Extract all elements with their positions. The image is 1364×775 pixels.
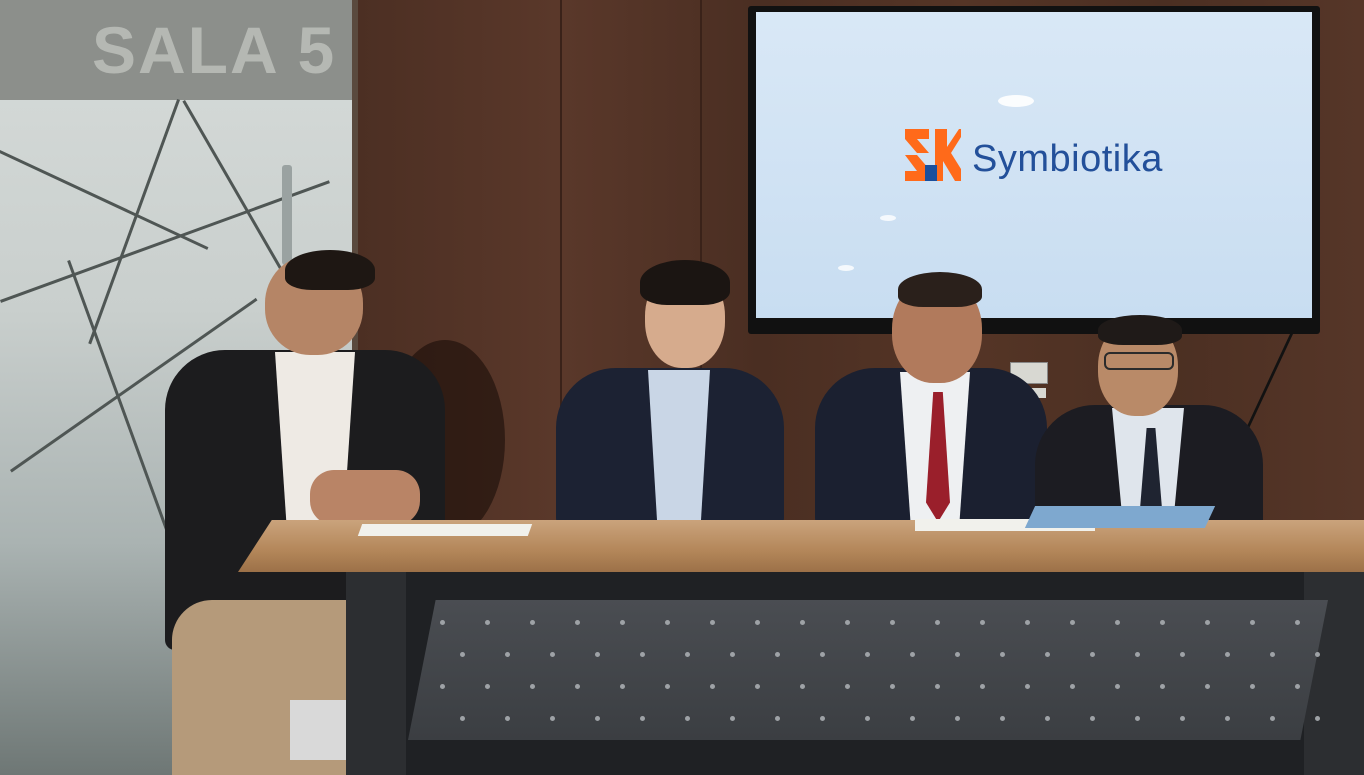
rivet [595,652,600,657]
rivet [550,716,555,721]
paper-document [357,524,533,536]
rivet [1090,716,1095,721]
rivet [755,620,760,625]
shirt [648,370,710,525]
rivet [800,620,805,625]
rivet [460,652,465,657]
rivet [550,652,555,657]
rivet [955,716,960,721]
rivet [865,716,870,721]
rivet [775,716,780,721]
rivet [955,652,960,657]
rivet [1070,620,1075,625]
hair [285,250,375,290]
rivet [710,620,715,625]
rivet [530,684,535,689]
rivet [530,620,535,625]
rivet [1025,684,1030,689]
hair [1098,315,1182,345]
rivet [575,684,580,689]
rivet [1160,620,1165,625]
rivet [1000,652,1005,657]
rivet [485,684,490,689]
press-conference-photo: SALA 5 Symbiotika [0,0,1364,775]
rivet [1315,716,1320,721]
door-handle [282,165,292,265]
rivet [800,684,805,689]
rivet [1045,716,1050,721]
rivet [910,652,915,657]
rivet [820,652,825,657]
chair [290,700,350,760]
rivet [1070,684,1075,689]
rivet [485,620,490,625]
rivet [1250,684,1255,689]
rivet [980,620,985,625]
rivet [665,684,670,689]
rivet [1295,620,1300,625]
rivet [440,620,445,625]
rivet [1270,652,1275,657]
rivet [820,716,825,721]
rivet [620,684,625,689]
rivet [865,652,870,657]
rivet [980,684,985,689]
rivet [730,716,735,721]
rivet [890,620,895,625]
rivet [505,716,510,721]
glasses [1104,352,1174,370]
rivet [1090,652,1095,657]
rivet [505,652,510,657]
rivet [1135,716,1140,721]
room-sign: SALA 5 [92,13,337,87]
rivet [1115,684,1120,689]
rivet [1135,652,1140,657]
light-reflection [998,95,1034,107]
rivet [595,716,600,721]
rivet [710,684,715,689]
rivet [910,716,915,721]
rivet [685,652,690,657]
rivet [935,620,940,625]
rivet [775,652,780,657]
rivet [1160,684,1165,689]
rivet [1205,684,1210,689]
rivet [1250,620,1255,625]
desk-leg [346,572,406,775]
rivet [665,620,670,625]
rivet [1045,652,1050,657]
rivet [890,684,895,689]
rivet [1225,716,1230,721]
rivet [685,716,690,721]
rivet [1295,684,1300,689]
hair [898,272,982,307]
hair [640,260,730,305]
rivet [845,620,850,625]
rivet [1225,652,1230,657]
rivet [440,684,445,689]
rivet [1315,652,1320,657]
clasped-hands [310,470,420,525]
rivet [845,684,850,689]
rivet [1000,716,1005,721]
rivet [460,716,465,721]
light-reflection [838,265,854,271]
sk-logo-icon [905,129,961,181]
rivet [620,620,625,625]
light-reflection [880,215,896,221]
rivet [640,716,645,721]
rivet [575,620,580,625]
rivet [1180,716,1185,721]
blue-folder [1024,506,1216,528]
rivet [1115,620,1120,625]
rivet [755,684,760,689]
brand-name: Symbiotika [972,138,1163,180]
rivet [640,652,645,657]
rivet [1025,620,1030,625]
rivet [730,652,735,657]
rivet [1270,716,1275,721]
rivet [1180,652,1185,657]
rivet [935,684,940,689]
rivet [1205,620,1210,625]
